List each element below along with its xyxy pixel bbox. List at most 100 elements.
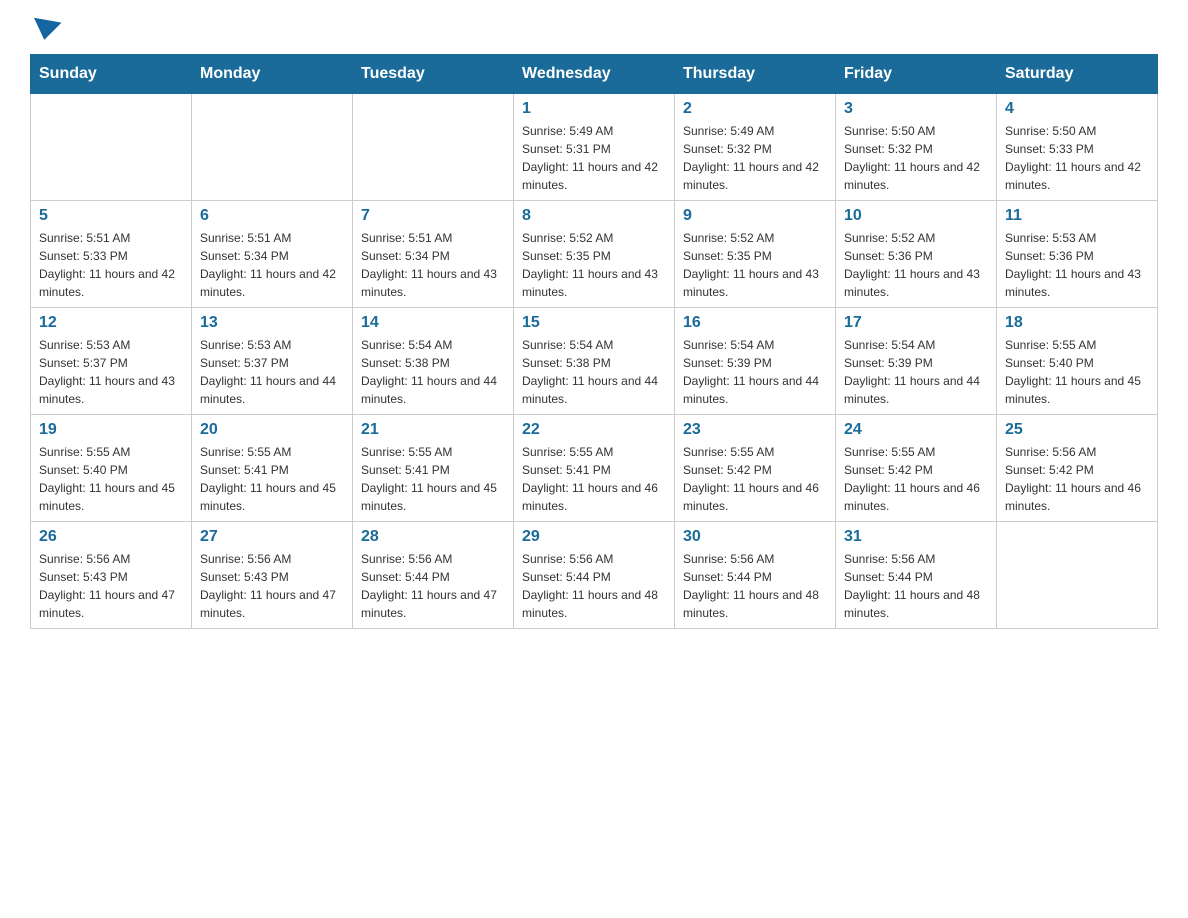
- day-info: Sunrise: 5:56 AMSunset: 5:44 PMDaylight:…: [361, 550, 505, 622]
- table-row: 19 Sunrise: 5:55 AMSunset: 5:40 PMDayligh…: [31, 415, 192, 522]
- day-number: 26: [39, 528, 183, 546]
- day-number: 22: [522, 421, 666, 439]
- day-number: 31: [844, 528, 988, 546]
- col-thursday: Thursday: [675, 55, 836, 94]
- day-number: 6: [200, 207, 344, 225]
- day-number: 20: [200, 421, 344, 439]
- day-info: Sunrise: 5:56 AMSunset: 5:44 PMDaylight:…: [683, 550, 827, 622]
- day-info: Sunrise: 5:52 AMSunset: 5:36 PMDaylight:…: [844, 229, 988, 301]
- day-info: Sunrise: 5:56 AMSunset: 5:44 PMDaylight:…: [522, 550, 666, 622]
- table-row: 15 Sunrise: 5:54 AMSunset: 5:38 PMDayligh…: [514, 308, 675, 415]
- day-number: 15: [522, 314, 666, 332]
- day-number: 10: [844, 207, 988, 225]
- day-number: 28: [361, 528, 505, 546]
- table-row: 8 Sunrise: 5:52 AMSunset: 5:35 PMDaylight…: [514, 201, 675, 308]
- table-row: 4 Sunrise: 5:50 AMSunset: 5:33 PMDaylight…: [997, 94, 1158, 201]
- table-row: 21Sunrise: 5:55 AMSunset: 5:41 PMDayligh…: [353, 415, 514, 522]
- day-number: 16: [683, 314, 827, 332]
- day-info: Sunrise: 5:53 AMSunset: 5:37 PMDaylight:…: [39, 336, 183, 408]
- table-row: 31 Sunrise: 5:56 AMSunset: 5:44 PMDayligh…: [836, 522, 997, 629]
- day-number: 21: [361, 421, 505, 439]
- table-row: 3 Sunrise: 5:50 AMSunset: 5:32 PMDaylight…: [836, 94, 997, 201]
- col-friday: Friday: [836, 55, 997, 94]
- calendar-week-row: 19 Sunrise: 5:55 AMSunset: 5:40 PMDayligh…: [31, 415, 1158, 522]
- day-number: 29: [522, 528, 666, 546]
- table-row: 30 Sunrise: 5:56 AMSunset: 5:44 PMDayligh…: [675, 522, 836, 629]
- day-info: Sunrise: 5:50 AMSunset: 5:32 PMDaylight:…: [844, 122, 988, 194]
- day-number: 7: [361, 207, 505, 225]
- day-info: Sunrise: 5:49 AMSunset: 5:31 PMDaylight:…: [522, 122, 666, 194]
- day-number: 18: [1005, 314, 1149, 332]
- logo-triangle-icon: [30, 18, 61, 43]
- table-row: [353, 94, 514, 201]
- col-saturday: Saturday: [997, 55, 1158, 94]
- table-row: 7 Sunrise: 5:51 AMSunset: 5:34 PMDaylight…: [353, 201, 514, 308]
- table-row: 2 Sunrise: 5:49 AMSunset: 5:32 PMDaylight…: [675, 94, 836, 201]
- day-number: 5: [39, 207, 183, 225]
- day-info: Sunrise: 5:52 AMSunset: 5:35 PMDaylight:…: [683, 229, 827, 301]
- day-number: 13: [200, 314, 344, 332]
- table-row: 26 Sunrise: 5:56 AMSunset: 5:43 PMDayligh…: [31, 522, 192, 629]
- day-info: Sunrise: 5:51 AMSunset: 5:34 PMDaylight:…: [361, 229, 505, 301]
- calendar-week-row: 12 Sunrise: 5:53 AMSunset: 5:37 PMDayligh…: [31, 308, 1158, 415]
- day-info: Sunrise: 5:49 AMSunset: 5:32 PMDaylight:…: [683, 122, 827, 194]
- table-row: 10 Sunrise: 5:52 AMSunset: 5:36 PMDayligh…: [836, 201, 997, 308]
- day-number: 23: [683, 421, 827, 439]
- day-number: 2: [683, 100, 827, 118]
- day-info: Sunrise: 5:56 AMSunset: 5:43 PMDaylight:…: [39, 550, 183, 622]
- day-number: 24: [844, 421, 988, 439]
- page-header: [30, 20, 1158, 34]
- day-number: 9: [683, 207, 827, 225]
- table-row: 28 Sunrise: 5:56 AMSunset: 5:44 PMDayligh…: [353, 522, 514, 629]
- calendar-week-row: 5 Sunrise: 5:51 AMSunset: 5:33 PMDaylight…: [31, 201, 1158, 308]
- day-number: 4: [1005, 100, 1149, 118]
- table-row: 17 Sunrise: 5:54 AMSunset: 5:39 PMDayligh…: [836, 308, 997, 415]
- day-info: Sunrise: 5:54 AMSunset: 5:38 PMDaylight:…: [522, 336, 666, 408]
- table-row: 6 Sunrise: 5:51 AMSunset: 5:34 PMDaylight…: [192, 201, 353, 308]
- day-info: Sunrise: 5:55 AMSunset: 5:40 PMDaylight:…: [39, 443, 183, 515]
- table-row: 14 Sunrise: 5:54 AMSunset: 5:38 PMDayligh…: [353, 308, 514, 415]
- table-row: 23Sunrise: 5:55 AMSunset: 5:42 PMDayligh…: [675, 415, 836, 522]
- table-row: 24 Sunrise: 5:55 AMSunset: 5:42 PMDayligh…: [836, 415, 997, 522]
- calendar-table: Sunday Monday Tuesday Wednesday Thursday…: [30, 54, 1158, 629]
- day-info: Sunrise: 5:54 AMSunset: 5:38 PMDaylight:…: [361, 336, 505, 408]
- day-info: Sunrise: 5:54 AMSunset: 5:39 PMDaylight:…: [683, 336, 827, 408]
- day-number: 12: [39, 314, 183, 332]
- day-number: 30: [683, 528, 827, 546]
- day-info: Sunrise: 5:56 AMSunset: 5:42 PMDaylight:…: [1005, 443, 1149, 515]
- day-number: 27: [200, 528, 344, 546]
- day-number: 19: [39, 421, 183, 439]
- calendar-week-row: 1 Sunrise: 5:49 AMSunset: 5:31 PMDaylight…: [31, 94, 1158, 201]
- day-info: Sunrise: 5:55 AMSunset: 5:40 PMDaylight:…: [1005, 336, 1149, 408]
- table-row: [192, 94, 353, 201]
- calendar-header-row: Sunday Monday Tuesday Wednesday Thursday…: [31, 55, 1158, 94]
- table-row: 27 Sunrise: 5:56 AMSunset: 5:43 PMDayligh…: [192, 522, 353, 629]
- table-row: 16 Sunrise: 5:54 AMSunset: 5:39 PMDayligh…: [675, 308, 836, 415]
- table-row: 5 Sunrise: 5:51 AMSunset: 5:33 PMDaylight…: [31, 201, 192, 308]
- table-row: 13Sunrise: 5:53 AMSunset: 5:37 PMDayligh…: [192, 308, 353, 415]
- day-info: Sunrise: 5:50 AMSunset: 5:33 PMDaylight:…: [1005, 122, 1149, 194]
- day-info: Sunrise: 5:56 AMSunset: 5:44 PMDaylight:…: [844, 550, 988, 622]
- day-info: Sunrise: 5:56 AMSunset: 5:43 PMDaylight:…: [200, 550, 344, 622]
- day-number: 14: [361, 314, 505, 332]
- table-row: 18 Sunrise: 5:55 AMSunset: 5:40 PMDayligh…: [997, 308, 1158, 415]
- day-number: 1: [522, 100, 666, 118]
- logo: [30, 20, 62, 34]
- table-row: 9 Sunrise: 5:52 AMSunset: 5:35 PMDaylight…: [675, 201, 836, 308]
- day-info: Sunrise: 5:51 AMSunset: 5:33 PMDaylight:…: [39, 229, 183, 301]
- table-row: [997, 522, 1158, 629]
- day-number: 17: [844, 314, 988, 332]
- day-number: 8: [522, 207, 666, 225]
- day-number: 3: [844, 100, 988, 118]
- day-info: Sunrise: 5:55 AMSunset: 5:41 PMDaylight:…: [200, 443, 344, 515]
- day-info: Sunrise: 5:51 AMSunset: 5:34 PMDaylight:…: [200, 229, 344, 301]
- day-number: 11: [1005, 207, 1149, 225]
- col-monday: Monday: [192, 55, 353, 94]
- day-info: Sunrise: 5:52 AMSunset: 5:35 PMDaylight:…: [522, 229, 666, 301]
- table-row: 25Sunrise: 5:56 AMSunset: 5:42 PMDayligh…: [997, 415, 1158, 522]
- day-info: Sunrise: 5:54 AMSunset: 5:39 PMDaylight:…: [844, 336, 988, 408]
- day-info: Sunrise: 5:55 AMSunset: 5:42 PMDaylight:…: [844, 443, 988, 515]
- col-wednesday: Wednesday: [514, 55, 675, 94]
- table-row: 22Sunrise: 5:55 AMSunset: 5:41 PMDayligh…: [514, 415, 675, 522]
- table-row: 12 Sunrise: 5:53 AMSunset: 5:37 PMDayligh…: [31, 308, 192, 415]
